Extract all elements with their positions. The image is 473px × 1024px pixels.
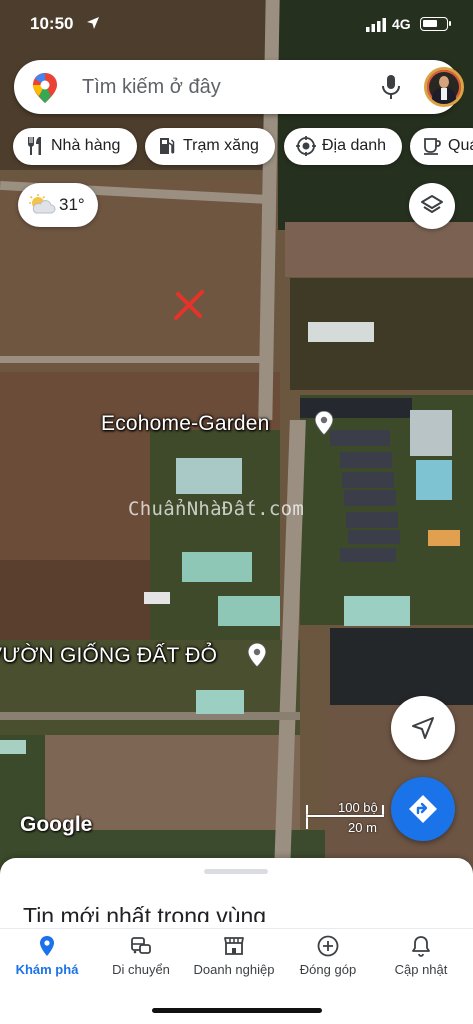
chip-label: Địa danh <box>322 137 387 154</box>
map-pin-icon[interactable] <box>248 643 266 667</box>
partly-cloudy-icon <box>29 194 56 214</box>
bell-icon <box>412 936 430 957</box>
commute-icon <box>131 937 151 954</box>
watermark: ChuẩnNhàĐất.com <box>128 498 305 520</box>
explore-pin-icon <box>40 936 54 956</box>
building <box>218 596 280 626</box>
chip-label: Quán cà phê <box>448 137 473 154</box>
map-pin-icon[interactable] <box>315 411 333 435</box>
google-maps-pin-icon <box>33 73 57 103</box>
microphone-icon[interactable] <box>380 74 402 100</box>
chip-label: Nhà hàng <box>51 137 121 154</box>
gas-station-icon <box>160 138 175 154</box>
signal-icon <box>366 18 386 32</box>
search-bar[interactable]: Tìm kiếm ở đây <box>14 60 464 114</box>
avatar-shirt <box>441 88 447 100</box>
nav-tab-business[interactable]: Doanh nghiệp <box>187 929 281 989</box>
chip-coffee[interactable]: Quán cà phê <box>410 128 473 165</box>
building <box>182 552 252 582</box>
building <box>348 530 400 544</box>
directions-button[interactable] <box>391 777 455 841</box>
nav-label: Di chuyển <box>112 962 170 977</box>
building <box>144 592 170 604</box>
chip-restaurants[interactable]: Nhà hàng <box>13 128 137 165</box>
coffee-icon <box>424 138 441 155</box>
scale-feet: 100 bộ <box>338 800 378 815</box>
battery-icon <box>420 17 451 31</box>
building <box>176 458 242 494</box>
red-x-marker <box>174 290 204 320</box>
status-time: 10:50 <box>30 14 74 33</box>
avatar[interactable] <box>424 67 464 107</box>
status-bar: 10:50 4G <box>0 0 473 50</box>
layers-button[interactable] <box>409 183 455 229</box>
pool <box>410 410 452 456</box>
google-attribution: Google <box>20 813 93 836</box>
building <box>342 472 394 488</box>
nav-label: Đóng góp <box>299 962 357 977</box>
scale-line <box>306 815 384 817</box>
nav-tab-commute[interactable]: Di chuyển <box>94 929 188 989</box>
building <box>344 490 396 506</box>
sheet-drag-handle[interactable] <box>204 869 268 874</box>
building <box>330 430 390 446</box>
map-scale: 100 bộ 20 m <box>306 800 386 836</box>
building <box>340 452 392 468</box>
building <box>346 512 398 528</box>
chip-label: Trạm xăng <box>183 137 259 154</box>
crop-field <box>330 628 473 708</box>
nav-tab-explore[interactable]: Khám phá <box>0 929 94 989</box>
terrain-patch <box>285 222 473 277</box>
pool <box>416 460 452 500</box>
directions-icon <box>409 795 437 823</box>
layers-icon <box>421 195 443 213</box>
building <box>344 596 410 626</box>
contribute-icon <box>317 935 339 957</box>
home-indicator <box>152 1008 322 1013</box>
building <box>340 548 396 562</box>
road <box>0 712 300 720</box>
building <box>0 740 26 754</box>
scale-tick <box>306 805 308 829</box>
network-type: 4G <box>392 16 411 32</box>
landmark-icon <box>296 136 316 156</box>
nav-label: Doanh nghiệp <box>193 962 275 977</box>
bottom-sheet[interactable]: Tin mới nhất trong vùng Khám phá Di chuy… <box>0 858 473 1024</box>
field <box>0 560 150 640</box>
place-label-vuon-giong[interactable]: VƯỜN GIỐNG ĐẤT ĐỎ <box>0 644 217 668</box>
nav-label: Khám phá <box>15 962 79 977</box>
bottom-nav: Khám phá Di chuyển Doanh nghiệp Đóng góp… <box>0 928 473 988</box>
building <box>308 322 374 342</box>
building <box>196 690 244 714</box>
chip-landmarks[interactable]: Địa danh <box>284 128 402 165</box>
scale-meters: 20 m <box>348 820 377 835</box>
location-arrow-icon <box>87 17 99 29</box>
navigation-arrow-icon <box>412 717 434 739</box>
vegetation <box>0 735 45 870</box>
nav-tab-contribute[interactable]: Đóng góp <box>281 929 375 989</box>
building <box>428 530 460 546</box>
business-icon <box>224 937 244 955</box>
sheet-title: Tin mới nhất trong vùng <box>23 903 267 922</box>
temperature: 31° <box>59 195 85 214</box>
nav-label: Cập nhật <box>394 962 448 977</box>
weather-chip[interactable]: 31° <box>18 183 98 227</box>
chip-gas-stations[interactable]: Trạm xăng <box>145 128 275 165</box>
avatar-face <box>439 76 449 88</box>
my-location-button[interactable] <box>391 696 455 760</box>
restaurant-icon <box>28 137 41 155</box>
search-input[interactable]: Tìm kiếm ở đây <box>82 76 221 99</box>
nav-tab-updates[interactable]: Cập nhật <box>374 929 468 989</box>
road <box>0 356 265 363</box>
place-label-ecohome[interactable]: Ecohome-Garden <box>101 412 270 436</box>
